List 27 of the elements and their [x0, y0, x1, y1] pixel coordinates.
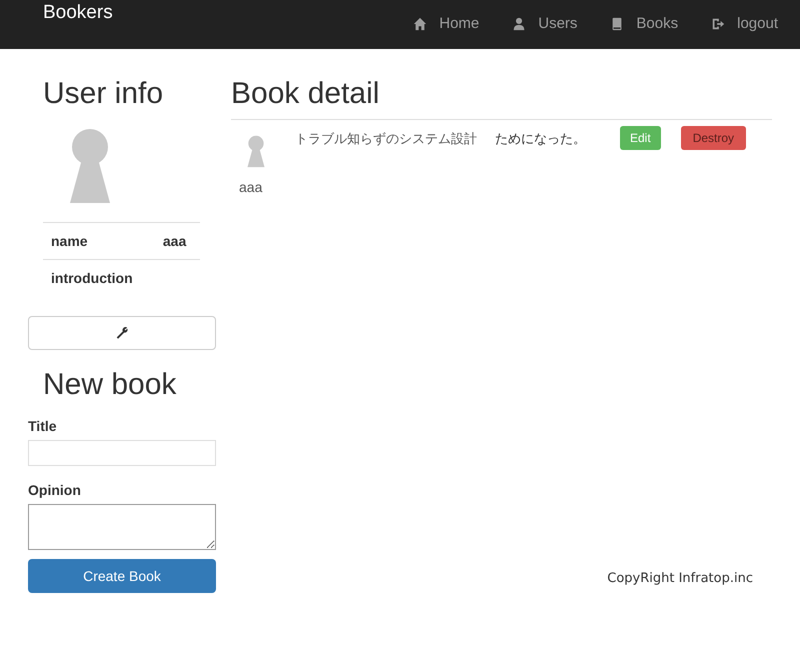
nav-link[interactable]: Users [479, 15, 578, 32]
book-detail-heading: Book detail [231, 77, 380, 111]
title-label: Title [28, 418, 58, 434]
new-book-heading: New book [43, 368, 178, 402]
title-input[interactable] [28, 440, 216, 466]
nav-link[interactable]: logout [678, 15, 778, 32]
create-book-button[interactable]: Create Book [28, 559, 216, 593]
destroy-button[interactable]: Destroy [680, 126, 746, 150]
brand-title[interactable]: Bookers [43, 2, 113, 24]
user-info-heading: User info [43, 77, 164, 111]
book-user: aaa [239, 179, 262, 195]
edit-profile-button[interactable] [28, 316, 216, 350]
opinion-textarea[interactable] [28, 504, 216, 550]
field-value: aaa [162, 233, 186, 249]
nav-link[interactable]: Home [380, 15, 480, 32]
user-icon [512, 16, 526, 30]
book-icon [610, 16, 624, 30]
opinion-label: Opinion [28, 482, 82, 498]
field-label: introduction [51, 270, 133, 286]
book-title: トラブル知らずのシステム設計 [295, 130, 478, 148]
footer-copyright: CopyRight Infratop.inc [607, 571, 753, 586]
home-icon [413, 16, 428, 30]
book-opinion: ためになった。 [495, 130, 587, 148]
wrench-icon [115, 326, 129, 340]
field-label: name [51, 233, 88, 249]
nav-link[interactable]: Books [577, 15, 678, 32]
logout-icon [711, 16, 726, 30]
